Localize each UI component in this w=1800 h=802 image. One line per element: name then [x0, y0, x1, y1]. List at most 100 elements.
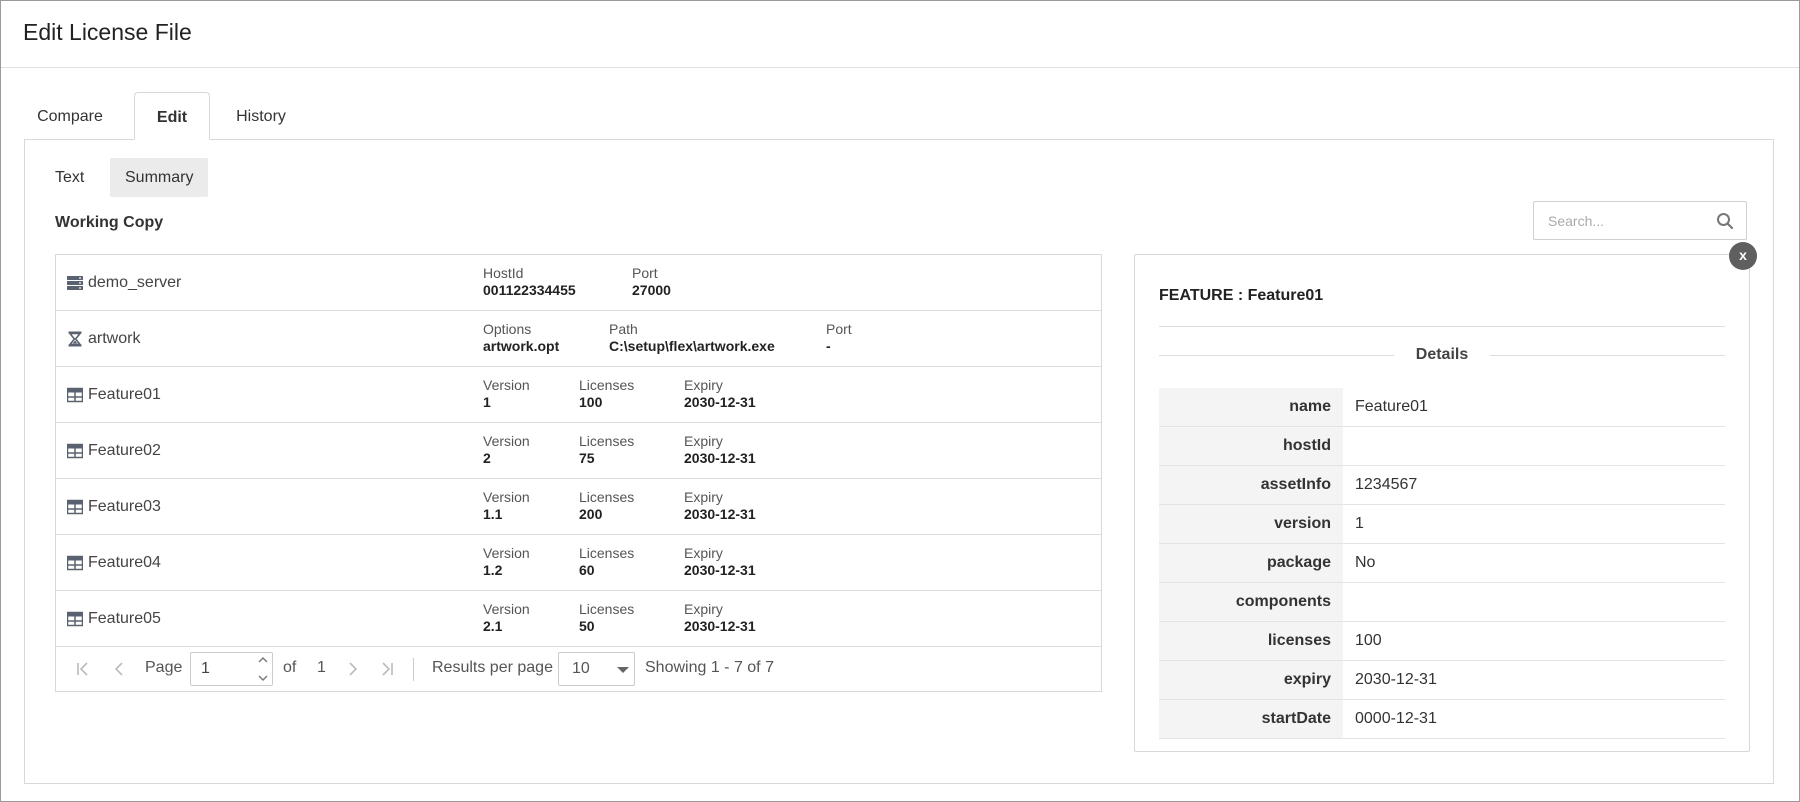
table-icon: [67, 611, 83, 627]
expiry-value: 2030-12-31: [684, 562, 756, 578]
pagination-bar: Page of 1 Results per page: [56, 647, 1101, 691]
licenses-label: Licenses: [579, 601, 635, 617]
server-icon: [67, 276, 83, 290]
version-label: Version: [483, 489, 530, 505]
version-label: Version: [483, 601, 530, 617]
expiry-value: 2030-12-31: [684, 394, 756, 410]
feature-name: Feature05: [88, 610, 161, 627]
expiry-field: Expiry 2030-12-31: [684, 545, 756, 579]
feature-name: Feature03: [88, 498, 161, 515]
expiry-field: Expiry 2030-12-31: [684, 489, 756, 523]
of-label: of: [283, 659, 297, 676]
edit-panel: Text Summary Working Copy demo_server H: [24, 139, 1774, 784]
close-detail-button[interactable]: x: [1729, 242, 1757, 270]
page-title: Edit License File: [23, 19, 192, 45]
next-page-icon[interactable]: [343, 659, 363, 679]
property-key: components: [1159, 582, 1343, 622]
property-value: [1343, 426, 1725, 466]
divider: [1159, 326, 1725, 327]
expiry-field: Expiry 2030-12-31: [684, 377, 756, 411]
property-row: package No: [1159, 543, 1725, 583]
property-key: hostId: [1159, 426, 1343, 466]
version-value: 2: [483, 450, 491, 466]
showing-count: Showing 1 - 7 of 7: [645, 659, 774, 676]
licenses-value: 100: [579, 394, 603, 410]
vendor-row[interactable]: artwork Options artwork.opt Path C:\setu…: [56, 311, 1101, 367]
property-key: expiry: [1159, 660, 1343, 700]
detail-title: FEATURE : Feature01: [1159, 287, 1324, 304]
feature-name: Feature01: [88, 386, 161, 403]
hostid-value: 001122334455: [483, 282, 576, 298]
feature-row[interactable]: Feature03 Version 1.1 Licenses 200 Expiry 2…: [56, 479, 1101, 535]
server-row[interactable]: demo_server HostId 001122334455 Port 270…: [56, 255, 1101, 311]
version-field: Version 2.1: [483, 601, 530, 635]
port-value: 27000: [632, 282, 671, 298]
version-label: Version: [483, 545, 530, 561]
vendor-port-field: Port -: [826, 321, 852, 355]
feature-name: Feature02: [88, 442, 161, 459]
results-per-page-value: 10: [572, 660, 590, 677]
license-summary-list: demo_server HostId 001122334455 Port 270…: [55, 254, 1102, 692]
licenses-label: Licenses: [579, 433, 635, 449]
property-value: 0000-12-31: [1343, 699, 1725, 739]
detail-panel: FEATURE : Feature01 Details name Feature0…: [1134, 254, 1750, 752]
version-field: Version 1: [483, 377, 530, 411]
property-value: [1343, 582, 1725, 622]
results-per-page-select[interactable]: 10: [558, 652, 635, 686]
subtab-text[interactable]: Text: [40, 158, 99, 197]
expiry-value: 2030-12-31: [684, 618, 756, 634]
licenses-value: 200: [579, 506, 603, 522]
search-input[interactable]: [1534, 202, 1718, 239]
feature-row[interactable]: Feature05 Version 2.1 Licenses 50 Expiry 20…: [56, 591, 1101, 647]
first-page-icon[interactable]: [74, 659, 94, 679]
feature-name: Feature04: [88, 554, 161, 571]
version-value: 1.2: [483, 562, 503, 578]
decrement-icon[interactable]: [256, 672, 270, 684]
hourglass-icon: [68, 331, 82, 347]
last-page-icon[interactable]: [376, 659, 396, 679]
search-box: [1533, 201, 1747, 240]
licenses-value: 60: [579, 562, 595, 578]
expiry-field: Expiry 2030-12-31: [684, 433, 756, 467]
property-row: licenses 100: [1159, 621, 1725, 661]
version-label: Version: [483, 433, 530, 449]
property-row: version 1: [1159, 504, 1725, 544]
licenses-field: Licenses 60: [579, 545, 634, 579]
table-icon: [67, 387, 83, 403]
licenses-label: Licenses: [579, 545, 635, 561]
version-label: Version: [483, 377, 530, 393]
increment-icon[interactable]: [256, 654, 270, 666]
feature-row[interactable]: Feature01 Version 1 Licenses 100 Expiry 203…: [56, 367, 1101, 423]
pager-divider: [413, 658, 414, 681]
licenses-field: Licenses 200: [579, 489, 634, 523]
feature-row[interactable]: Feature02 Version 2 Licenses 75 Expiry 2030…: [56, 423, 1101, 479]
working-copy-title: Working Copy: [55, 214, 164, 231]
expiry-value: 2030-12-31: [684, 506, 756, 522]
table-icon: [67, 499, 83, 515]
tab-edit[interactable]: Edit: [134, 92, 210, 140]
property-row: startDate 0000-12-31: [1159, 699, 1725, 739]
licenses-field: Licenses 100: [579, 377, 634, 411]
subtab-summary[interactable]: Summary: [110, 158, 209, 197]
options-value: artwork.opt: [483, 338, 560, 354]
expiry-value: 2030-12-31: [684, 450, 756, 466]
feature-row[interactable]: Feature04 Version 1.2 Licenses 60 Expiry 20…: [56, 535, 1101, 591]
tab-compare[interactable]: Compare: [24, 92, 116, 140]
expiry-label: Expiry: [684, 377, 723, 393]
search-icon[interactable]: [1716, 212, 1734, 230]
total-pages: 1: [317, 659, 326, 676]
property-value: 100: [1343, 621, 1725, 661]
version-field: Version 1.2: [483, 545, 530, 579]
property-value: No: [1343, 543, 1725, 583]
property-row: hostId: [1159, 426, 1725, 466]
property-key: licenses: [1159, 621, 1343, 661]
previous-page-icon[interactable]: [109, 659, 129, 679]
version-field: Version 2: [483, 433, 530, 467]
tab-history[interactable]: History: [228, 92, 294, 140]
table-icon: [67, 443, 83, 459]
version-value: 1: [483, 394, 491, 410]
chevron-down-icon: [617, 667, 629, 673]
property-key: package: [1159, 543, 1343, 583]
property-value: 1: [1343, 504, 1725, 544]
expiry-label: Expiry: [684, 601, 723, 617]
